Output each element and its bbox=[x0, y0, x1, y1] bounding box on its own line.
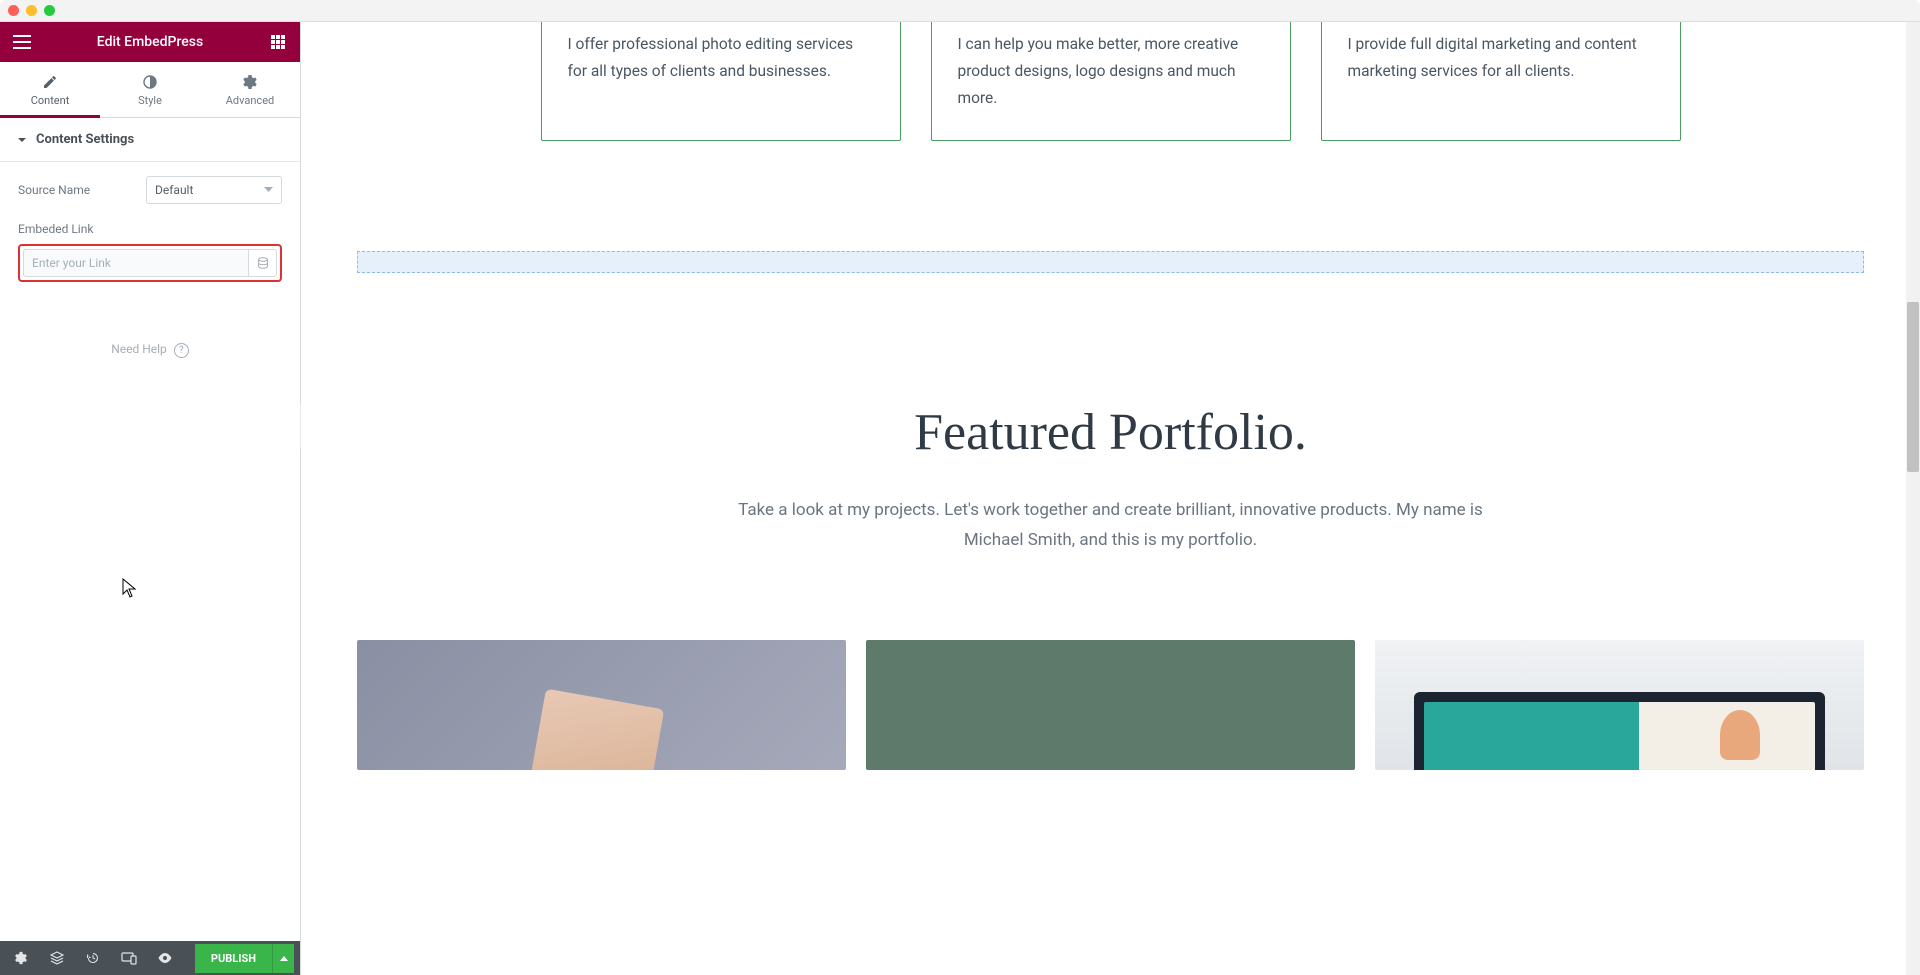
window-zoom-icon[interactable] bbox=[44, 5, 55, 16]
window-minimize-icon[interactable] bbox=[26, 5, 37, 16]
database-icon bbox=[257, 257, 269, 269]
portfolio-tile[interactable] bbox=[866, 640, 1355, 770]
eye-icon bbox=[157, 952, 173, 964]
gear-icon bbox=[14, 951, 28, 965]
embed-link-highlight bbox=[18, 244, 282, 282]
section-title: Content Settings bbox=[36, 132, 134, 147]
pencil-icon bbox=[42, 74, 58, 90]
responsive-button[interactable] bbox=[114, 943, 144, 973]
help-icon: ? bbox=[174, 343, 189, 358]
scrollbar-thumb[interactable] bbox=[1907, 302, 1919, 472]
editor-canvas[interactable]: I offer professional photo editing servi… bbox=[301, 22, 1920, 975]
sidebar-title: Edit EmbedPress bbox=[97, 34, 203, 50]
control-label: Source Name bbox=[18, 183, 90, 197]
window-titlebar bbox=[0, 0, 1920, 22]
tab-advanced[interactable]: Advanced bbox=[200, 62, 300, 117]
menu-button[interactable] bbox=[8, 28, 36, 56]
publish-options-button[interactable] bbox=[272, 944, 294, 973]
service-card[interactable]: I provide full digital marketing and con… bbox=[1321, 22, 1681, 141]
sidebar-tabs: Content Style Advanced bbox=[0, 62, 300, 118]
card-text: I can help you make better, more creativ… bbox=[958, 31, 1264, 112]
layers-icon bbox=[50, 951, 64, 965]
canvas-scrollbar[interactable] bbox=[1906, 22, 1920, 975]
gear-icon bbox=[242, 74, 258, 90]
card-text: I provide full digital marketing and con… bbox=[1348, 31, 1654, 85]
portfolio-title: Featured Portfolio. bbox=[357, 403, 1864, 462]
responsive-icon bbox=[121, 951, 137, 965]
portfolio-subtitle: Take a look at my projects. Let's work t… bbox=[731, 496, 1491, 556]
dynamic-tags-button[interactable] bbox=[249, 249, 277, 277]
publish-button[interactable]: PUBLISH bbox=[195, 944, 272, 973]
settings-button[interactable] bbox=[6, 943, 36, 973]
service-card[interactable]: I offer professional photo editing servi… bbox=[541, 22, 901, 141]
sidebar-header: Edit EmbedPress bbox=[0, 22, 300, 62]
tab-content[interactable]: Content bbox=[0, 62, 100, 117]
portfolio-section: Featured Portfolio. Take a look at my pr… bbox=[301, 273, 1920, 556]
section-content-settings[interactable]: Content Settings bbox=[0, 118, 300, 162]
contrast-icon bbox=[142, 74, 158, 90]
navigator-button[interactable] bbox=[42, 943, 72, 973]
tab-label: Content bbox=[31, 94, 70, 107]
tab-label: Advanced bbox=[226, 94, 274, 107]
services-row: I offer professional photo editing servi… bbox=[301, 22, 1920, 141]
tab-label: Style bbox=[138, 94, 162, 107]
portfolio-tile[interactable] bbox=[357, 640, 846, 770]
portfolio-tile[interactable] bbox=[1375, 640, 1864, 770]
sidebar-bottom-bar: PUBLISH bbox=[0, 941, 300, 975]
service-card[interactable]: I can help you make better, more creativ… bbox=[931, 22, 1291, 141]
embed-link-input[interactable] bbox=[23, 249, 249, 277]
source-select[interactable]: Default bbox=[146, 176, 282, 204]
widgets-button[interactable] bbox=[264, 28, 292, 56]
embed-widget-placeholder[interactable] bbox=[357, 251, 1864, 273]
caret-up-icon bbox=[280, 955, 288, 961]
chevron-down-icon bbox=[264, 187, 273, 193]
window-close-icon[interactable] bbox=[8, 5, 19, 16]
sidebar-panel: Content Settings Source Name Default Emb… bbox=[0, 118, 300, 941]
tab-style[interactable]: Style bbox=[100, 62, 200, 117]
history-icon bbox=[86, 951, 100, 965]
editor-sidebar: Edit EmbedPress Content Style Advanced bbox=[0, 22, 301, 975]
history-button[interactable] bbox=[78, 943, 108, 973]
embed-section bbox=[301, 251, 1920, 273]
need-help[interactable]: Need Help ? bbox=[18, 342, 282, 358]
caret-down-icon bbox=[18, 136, 26, 144]
control-source-name: Source Name Default bbox=[18, 176, 282, 204]
control-label-embed: Embeded Link bbox=[18, 222, 282, 236]
select-value: Default bbox=[155, 183, 193, 197]
portfolio-grid bbox=[301, 556, 1920, 770]
card-text: I offer professional photo editing servi… bbox=[568, 31, 874, 85]
preview-button[interactable] bbox=[150, 943, 180, 973]
